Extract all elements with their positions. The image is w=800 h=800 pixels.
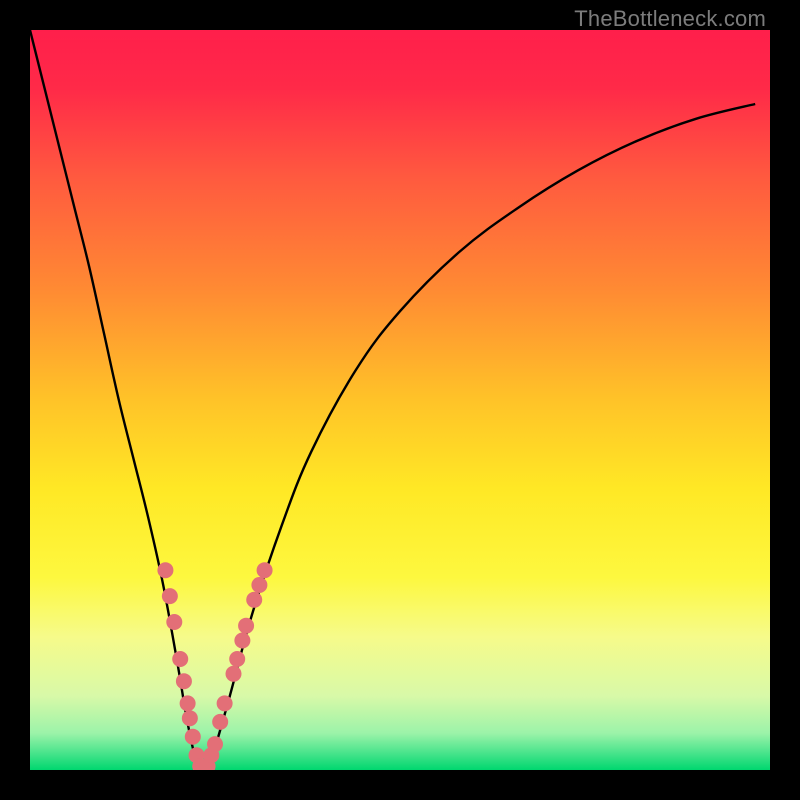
highlight-dot — [180, 695, 196, 711]
highlight-dot — [217, 695, 233, 711]
highlight-dot — [166, 614, 182, 630]
highlight-dot — [162, 588, 178, 604]
highlight-dot — [182, 710, 198, 726]
highlight-dot — [212, 714, 228, 730]
highlight-dot — [226, 666, 242, 682]
bottleneck-curve — [30, 30, 755, 770]
watermark-text: TheBottleneck.com — [574, 6, 766, 32]
highlight-dot — [176, 673, 192, 689]
highlight-dot — [246, 592, 262, 608]
highlight-dot — [229, 651, 245, 667]
highlight-dot — [157, 562, 173, 578]
curve-layer — [30, 30, 770, 770]
highlight-dot — [257, 562, 273, 578]
chart-frame: TheBottleneck.com — [0, 0, 800, 800]
highlight-dots — [157, 562, 272, 770]
plot-area — [30, 30, 770, 770]
highlight-dot — [185, 729, 201, 745]
highlight-dot — [238, 618, 254, 634]
highlight-dot — [172, 651, 188, 667]
highlight-dot — [207, 736, 223, 752]
highlight-dot — [251, 577, 267, 593]
highlight-dot — [234, 633, 250, 649]
